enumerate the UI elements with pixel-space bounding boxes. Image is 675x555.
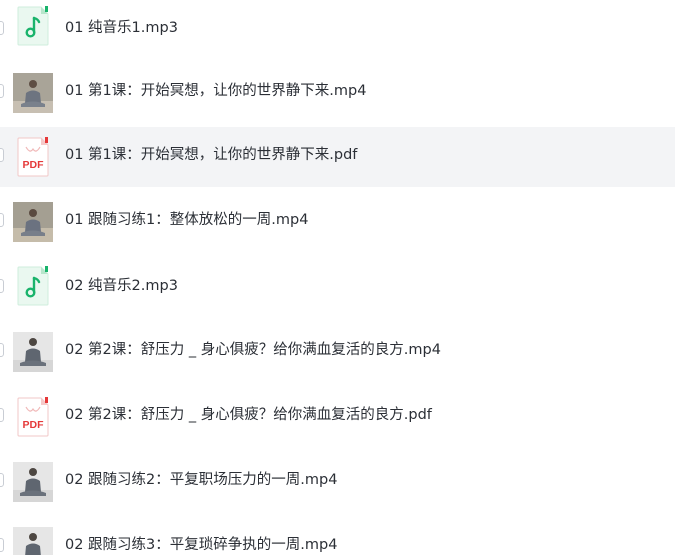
file-row[interactable]: 01 跟随习练1：整体放松的一周.mp4 <box>0 192 675 252</box>
music-note-icon <box>17 266 49 306</box>
file-name[interactable]: 02 跟随习练3：平复琐碎争执的一周.mp4 <box>65 517 337 555</box>
pdf-icon: PDF <box>17 397 49 437</box>
file-row[interactable]: 02 第2课：舒压力 _ 身心俱疲？给你满血复活的良方.mp4 <box>0 322 675 382</box>
video-thumbnail <box>13 462 53 502</box>
row-checkbox[interactable] <box>0 408 4 422</box>
row-checkbox[interactable] <box>0 473 4 487</box>
video-thumbnail <box>13 73 53 113</box>
file-name[interactable]: 01 跟随习练1：整体放松的一周.mp4 <box>65 192 308 248</box>
row-checkbox[interactable] <box>0 21 4 35</box>
file-name[interactable]: 02 第2课：舒压力 _ 身心俱疲？给你满血复活的良方.mp4 <box>65 322 441 378</box>
file-name[interactable]: 01 第1课：开始冥想，让你的世界静下来.mp4 <box>65 63 366 119</box>
file-row[interactable]: PDF 01 第1课：开始冥想，让你的世界静下来.pdf <box>0 127 675 187</box>
row-checkbox[interactable] <box>0 84 4 98</box>
file-row[interactable]: 02 跟随习练2：平复职场压力的一周.mp4 <box>0 452 675 512</box>
file-row[interactable]: 02 跟随习练3：平复琐碎争执的一周.mp4 <box>0 517 675 555</box>
music-note-icon <box>17 6 49 46</box>
video-thumbnail <box>13 527 53 555</box>
file-name[interactable]: 02 第2课：舒压力 _ 身心俱疲？给你满血复活的良方.pdf <box>65 387 432 443</box>
file-name[interactable]: 02 纯音乐2.mp3 <box>65 258 178 314</box>
row-checkbox[interactable] <box>0 343 4 357</box>
row-checkbox[interactable] <box>0 148 4 162</box>
file-row[interactable]: PDF 02 第2课：舒压力 _ 身心俱疲？给你满血复活的良方.pdf <box>0 387 675 447</box>
pdf-icon: PDF <box>17 137 49 177</box>
file-name[interactable]: 02 跟随习练2：平复职场压力的一周.mp4 <box>65 452 337 508</box>
svg-text:PDF: PDF <box>23 159 45 171</box>
file-row[interactable]: 01 第1课：开始冥想，让你的世界静下来.mp4 <box>0 63 675 123</box>
video-thumbnail <box>13 202 53 242</box>
file-list: 01 纯音乐1.mp3 01 第1课：开始冥想，让你的世界静下来.mp4 PDF… <box>0 0 675 555</box>
row-checkbox[interactable] <box>0 538 4 552</box>
file-name[interactable]: 01 纯音乐1.mp3 <box>65 0 178 56</box>
video-thumbnail <box>13 332 53 372</box>
file-name[interactable]: 01 第1课：开始冥想，让你的世界静下来.pdf <box>65 127 357 183</box>
file-row[interactable]: 01 纯音乐1.mp3 <box>0 0 675 60</box>
row-checkbox[interactable] <box>0 213 4 227</box>
file-row[interactable]: 02 纯音乐2.mp3 <box>0 258 675 318</box>
svg-text:PDF: PDF <box>23 419 45 431</box>
row-checkbox[interactable] <box>0 279 4 293</box>
